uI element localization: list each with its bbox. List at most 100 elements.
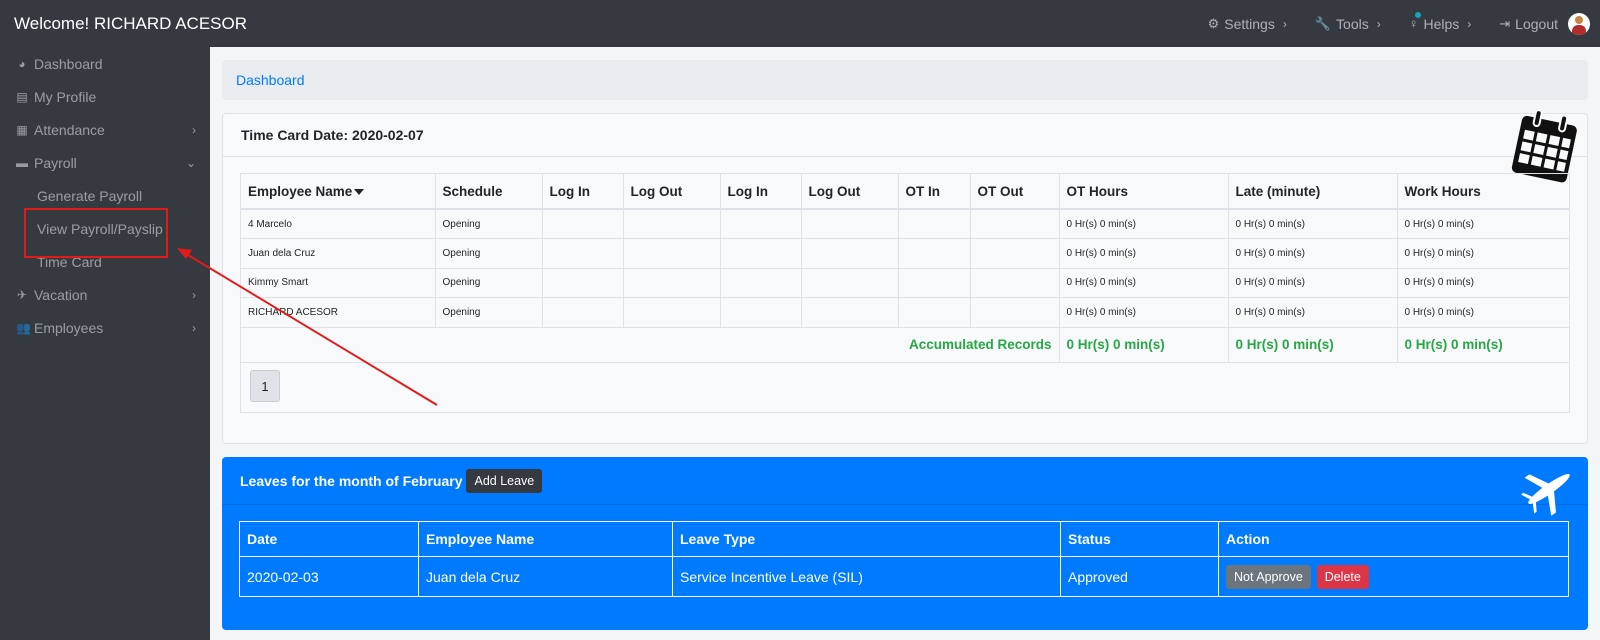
pagination-page-1[interactable]: 1 [250, 370, 280, 402]
cell-schedule: Opening [435, 209, 543, 239]
cell-ot-hours: 0 Hr(s) 0 min(s) [1059, 238, 1229, 269]
breadcrumb-dashboard-link[interactable]: Dashboard [236, 72, 305, 88]
settings-label: Settings [1224, 15, 1275, 32]
accumulated-row: Accumulated Records 0 Hr(s) 0 min(s) 0 H… [241, 327, 1569, 363]
cell-ot-hours: 0 Hr(s) 0 min(s) [1059, 209, 1229, 239]
sort-caret-icon [354, 188, 365, 195]
sign-out-icon: ⇥ [1499, 15, 1511, 31]
tools-menu[interactable]: 🔧 Tools › [1315, 16, 1381, 32]
lightbulb-icon: ♀ [1408, 12, 1421, 31]
breadcrumb: Dashboard [222, 60, 1588, 100]
chevron-right-icon: › [1467, 16, 1472, 31]
column-header: OT Hours [1059, 174, 1229, 210]
sidebar-item-my-profile[interactable]: ▤ My Profile [0, 80, 210, 113]
cell-employee-name: RICHARD ACESOR [241, 297, 436, 328]
delete-button[interactable]: Delete [1316, 564, 1369, 589]
logout-label: Logout [1515, 15, 1558, 32]
cell-employee-name: 4 Marcelo [241, 209, 436, 239]
cell-status: Approved [1060, 556, 1219, 597]
helps-menu[interactable]: ♀ Helps › [1408, 12, 1472, 32]
add-leave-button[interactable]: Add Leave [466, 468, 543, 493]
sidebar-item-dashboard[interactable]: ◕ Dashboard [0, 47, 210, 80]
helps-label: Helps [1423, 15, 1460, 32]
table-row: 4 Marcelo Opening 0 Hr(s) 0 min(s) 0 Hr(… [241, 209, 1569, 239]
accumulated-label: Accumulated Records [241, 327, 1060, 363]
cell-late: 0 Hr(s) 0 min(s) [1228, 209, 1398, 239]
column-header: OT Out [970, 174, 1060, 210]
sidebar: ◕ Dashboard ▤ My Profile ▦ Attendance › … [0, 47, 210, 640]
wrench-icon: 🔧 [1314, 15, 1332, 31]
chevron-right-icon: › [1376, 16, 1381, 31]
cell-employee-name: Juan dela Cruz [241, 238, 436, 269]
column-header: Log Out [623, 174, 721, 210]
column-header-employee-name[interactable]: Employee Name [241, 174, 436, 210]
sidebar-item-label: Attendance [34, 121, 105, 138]
sidebar-item-payroll[interactable]: ▬ Payroll ⌄ [0, 146, 210, 179]
leaves-card: Leaves for the month of February Add Lea… [222, 457, 1588, 630]
annotation-highlight-box [24, 208, 168, 258]
column-header: Work Hours [1397, 174, 1569, 210]
welcome-text: Welcome! RICHARD ACESOR [14, 13, 248, 33]
sidebar-item-label: Dashboard [34, 55, 103, 72]
leaves-table: Date Employee Name Leave Type Status Act… [239, 521, 1569, 597]
accumulated-late: 0 Hr(s) 0 min(s) [1228, 327, 1398, 363]
cell-date: 2020-02-03 [239, 556, 419, 597]
cell-employee-name: Kimmy Smart [241, 268, 436, 298]
column-header: OT In [898, 174, 971, 210]
cell-late: 0 Hr(s) 0 min(s) [1228, 268, 1398, 298]
table-row: Juan dela Cruz Opening 0 Hr(s) 0 min(s) … [241, 238, 1569, 269]
chevron-right-icon: › [192, 320, 196, 335]
sidebar-item-label: Vacation [34, 286, 88, 303]
column-header: Log Out [801, 174, 899, 210]
logout-link[interactable]: ⇥ Logout [1499, 12, 1590, 35]
leaves-header-row: Date Employee Name Leave Type Status Act… [239, 521, 1569, 557]
leaves-table-wrapper: Date Employee Name Leave Type Status Act… [239, 521, 1569, 597]
id-card-icon: ▤ [16, 89, 28, 104]
calendar-icon: ▦ [16, 122, 28, 137]
cell-schedule: Opening [435, 268, 543, 298]
top-navbar: Welcome! RICHARD ACESOR ⚙ Settings › 🔧 T… [0, 0, 1600, 47]
column-header: Log In [720, 174, 802, 210]
avatar[interactable] [1568, 12, 1590, 35]
column-header: Leave Type [672, 521, 1061, 557]
sidebar-item-label: Payroll [34, 154, 77, 171]
sidebar-item-vacation[interactable]: ✈ Vacation › [0, 278, 210, 311]
timecard-table-wrapper: Employee Name Schedule Log In Log Out Lo… [240, 173, 1570, 413]
dashboard-icon: ◕ [18, 56, 26, 71]
leaves-title: Leaves for the month of February [240, 472, 463, 489]
chevron-right-icon: › [1282, 16, 1287, 31]
cell-late: 0 Hr(s) 0 min(s) [1228, 238, 1398, 269]
settings-menu[interactable]: ⚙ Settings › [1208, 16, 1287, 32]
plane-icon [1520, 474, 1570, 516]
users-icon: 👥 [16, 320, 31, 335]
timecard-card: Time Card Date: 2020-02-07 Employee Name… [222, 109, 1588, 444]
column-header: Schedule [435, 174, 543, 210]
not-approve-button[interactable]: Not Approve [1226, 564, 1311, 589]
chevron-right-icon: › [192, 287, 196, 302]
sidebar-item-employees[interactable]: 👥 Employees › [0, 311, 210, 344]
cell-leave-type: Service Incentive Leave (SIL) [672, 556, 1061, 597]
column-header: Action [1218, 521, 1569, 557]
file-icon: ▬ [16, 155, 28, 170]
table-row: RICHARD ACESOR Opening 0 Hr(s) 0 min(s) … [241, 297, 1569, 328]
timecard-title: Time Card Date: 2020-02-07 [223, 114, 1587, 157]
accumulated-ot-hours: 0 Hr(s) 0 min(s) [1059, 327, 1229, 363]
column-header: Status [1060, 521, 1219, 557]
top-nav: ⚙ Settings › 🔧 Tools › ♀ Helps › ⇥ Logou… [1180, 0, 1590, 47]
cell-work-hours: 0 Hr(s) 0 min(s) [1397, 297, 1569, 328]
cell-schedule: Opening [435, 297, 543, 328]
chevron-right-icon: › [192, 122, 196, 137]
cell-ot-hours: 0 Hr(s) 0 min(s) [1059, 297, 1229, 328]
column-header: Employee Name [418, 521, 673, 557]
accumulated-work-hours: 0 Hr(s) 0 min(s) [1397, 327, 1569, 363]
plane-icon: ✈ [16, 287, 28, 302]
column-header: Log In [542, 174, 624, 210]
sidebar-item-attendance[interactable]: ▦ Attendance › [0, 113, 210, 146]
cell-work-hours: 0 Hr(s) 0 min(s) [1397, 268, 1569, 298]
timecard-table: Employee Name Schedule Log In Log Out Lo… [241, 174, 1569, 363]
sidebar-item-label: My Profile [34, 88, 97, 105]
column-header: Late (minute) [1228, 174, 1398, 210]
leaves-header: Leaves for the month of February Add Lea… [222, 457, 1588, 505]
cell-employee-name: Juan dela Cruz [418, 556, 673, 597]
table-row: 2020-02-03 Juan dela Cruz Service Incent… [239, 556, 1569, 597]
